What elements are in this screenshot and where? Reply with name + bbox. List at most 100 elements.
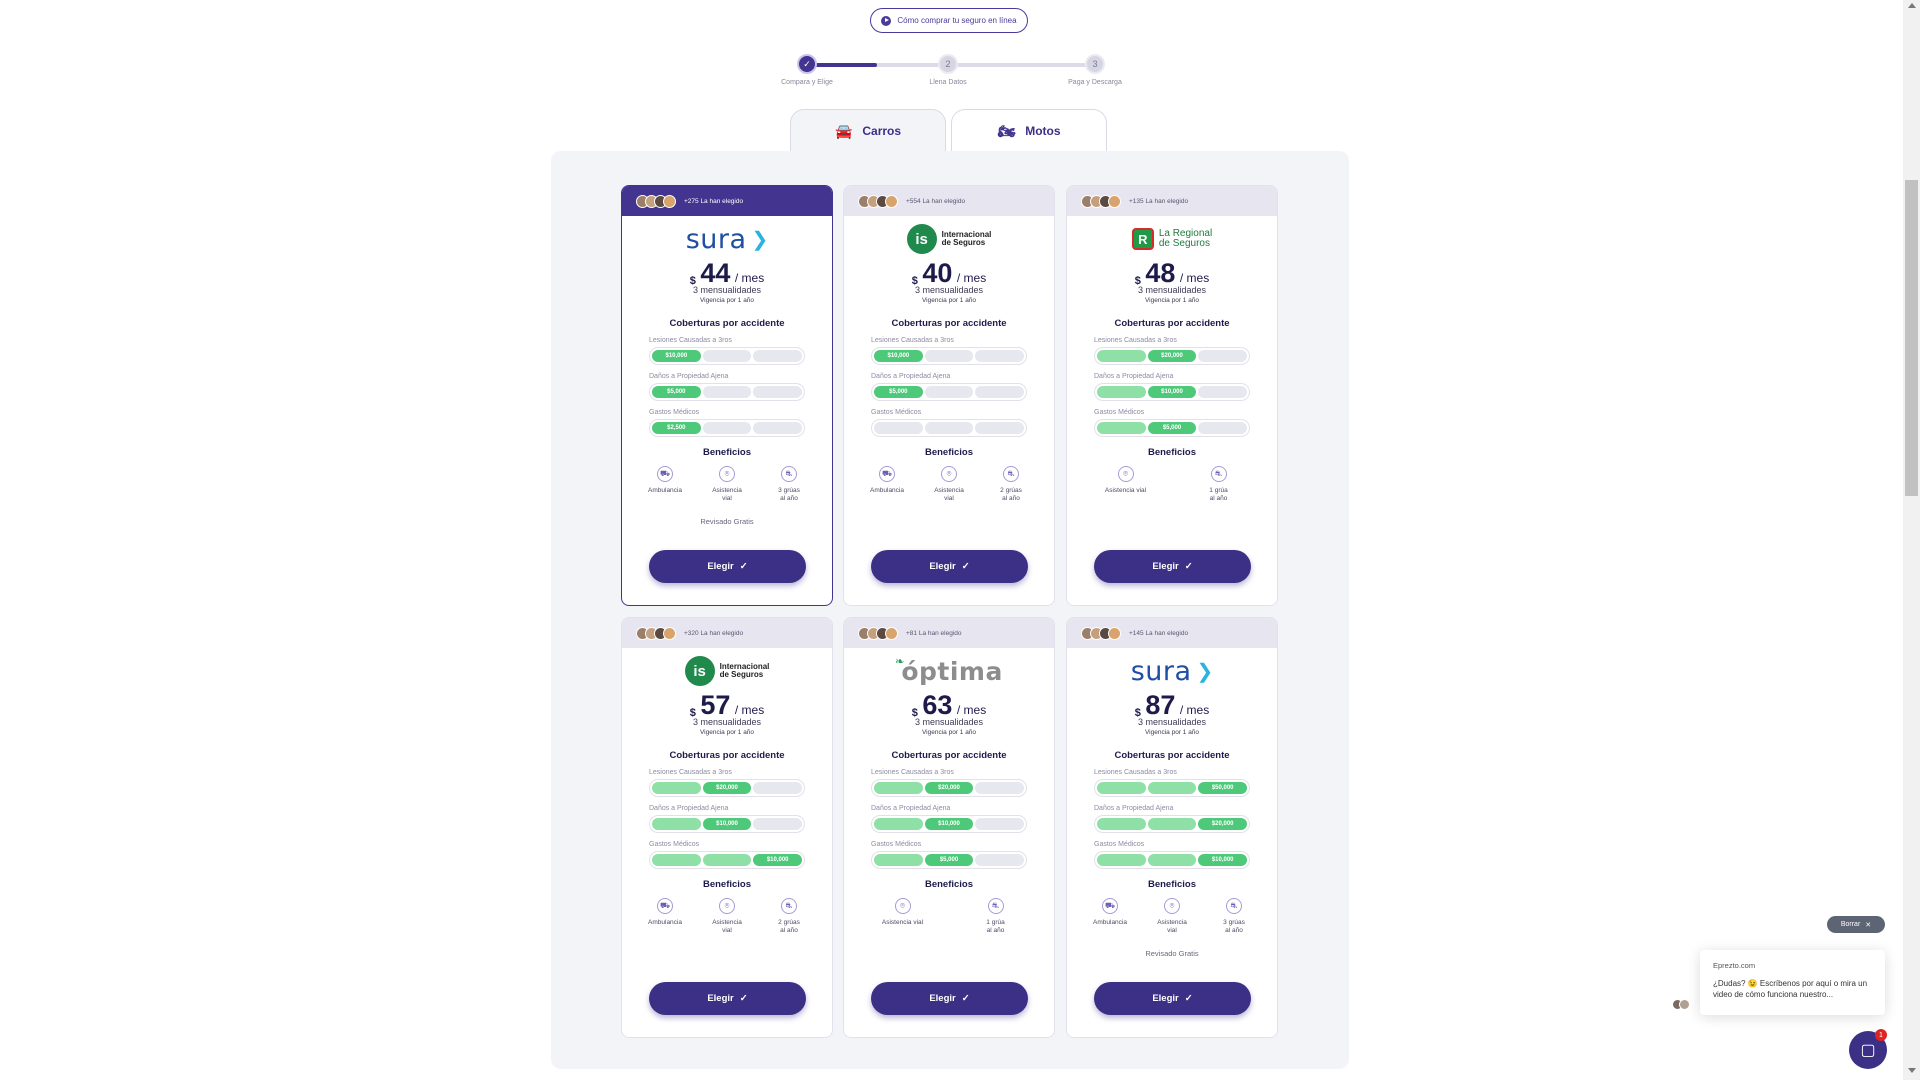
coverage-segment: $10,000 [874,350,923,362]
optima-logo: óptima [901,656,1003,686]
validity-text: Vigencia por 1 año [1144,729,1200,736]
coverage-label: Gastos Médicos [1094,409,1145,416]
benefit-label: Ambulancia [648,487,682,494]
coverage-segment: $20,000 [1198,818,1248,830]
coverage-segment [1097,386,1146,398]
coverage-title: Coberturas por accidente [891,318,1007,329]
chat-dismiss-label: Borrar [1840,921,1861,928]
chat-preview[interactable]: Eprezto.com ¿Dudas? 😉 Escríbenos por aqu… [1700,950,1885,1015]
chat-agent-avatars [1672,999,1690,1010]
coverage-segment [975,818,1025,830]
quote-card[interactable]: +275 La han elegido sura ❯ $ 44 / mes 3 m… [621,185,833,606]
coverage-label: Lesiones Causadas a 3ros [1094,337,1177,344]
chosen-count-banner: +81 La han elegido [844,618,1054,648]
scroll-up-arrow-icon[interactable] [1908,3,1916,8]
benefit-item: ⌾ Asistencia vial [1147,898,1197,935]
coverage-segment [1097,350,1146,362]
coverage-segment: $5,000 [924,854,974,866]
coverage-segment [1147,782,1197,794]
benefit-label: 2 grúas al año [778,919,800,935]
scroll-down-arrow-icon[interactable] [1908,1068,1916,1073]
benefit-label: Ambulancia [1093,919,1127,926]
tow-truck-icon: ⛐ [1226,898,1242,914]
coverage-label: Daños a Propiedad Ajena [1094,373,1174,380]
location-pin-icon: ⌾ [719,466,735,482]
insurer-logo: sura ❯ [622,222,832,256]
chosen-count-banner: +320 La han elegido [622,618,832,648]
benefits-list: ⛟ Ambulancia ⌾ Asistencia vial ⛐ 2 grúas a… [844,458,1054,503]
scrollbar-thumb[interactable] [1905,180,1918,496]
tow-truck-icon: ⛐ [1210,466,1227,482]
tab-motos[interactable]: 🏍 Motos [951,109,1107,152]
coverage-segment: $5,000 [1147,422,1197,434]
chosen-count-banner: +275 La han elegido [622,186,832,216]
step-1: ✓ Compara y Elige [767,54,847,86]
coverage-row: Lesiones Causadas a 3ros $10,000 [871,337,1054,365]
step-3-number: 3 [1085,54,1105,74]
customer-avatars [1081,194,1121,208]
progress-stepper: ✓ Compara y Elige 2 Llena Datos 3 Paga y… [770,52,1150,92]
coverage-segment [652,782,701,794]
insurer-name: Internacional de Seguros [941,229,992,247]
coverage-segment [702,350,752,362]
page-scrollbar[interactable] [1903,0,1920,1080]
choose-button[interactable]: Elegir ✓ [1094,550,1251,583]
coverage-bar: $10,000 [1094,851,1250,869]
installments-text: 3 mensualidades [914,285,984,295]
coverage-segment [1097,818,1146,830]
choose-button[interactable]: Elegir ✓ [871,982,1028,1015]
tab-carros[interactable]: 🚘 Carros [790,109,946,152]
choose-label: Elegir [929,993,956,1004]
quote-card[interactable]: +554 La han elegido is Internacional de Se… [843,185,1055,606]
choose-label: Elegir [707,561,734,572]
coverage-bar: $10,000 [649,347,805,365]
regional-logo-icon: R [1131,228,1154,250]
benefit-label: 3 grúas al año [1223,919,1245,935]
step-2-label: Llena Datos [929,79,967,86]
benefit-item: ⌾ Asistencia vial [1101,466,1151,503]
choose-button[interactable]: Elegir ✓ [871,550,1028,583]
location-pin-icon: ⌾ [941,466,957,482]
quote-card[interactable]: +320 La han elegido is Internacional de Se… [621,617,833,1038]
choose-button[interactable]: Elegir ✓ [649,550,806,583]
chat-dismiss-button[interactable]: Borrar ✕ [1827,916,1885,933]
coverage-segment [753,818,803,830]
installments-text: 3 mensualidades [1137,285,1207,295]
chat-message: ¿Dudas? 😉 Escríbenos por aquí o mira un … [1713,979,1868,1000]
choose-button[interactable]: Elegir ✓ [1094,982,1251,1015]
tow-truck-icon: ⛐ [1003,466,1019,482]
validity-text: Vigencia por 1 año [699,729,755,736]
coverage-row: Lesiones Causadas a 3ros $20,000 [649,769,832,797]
coverage-segment [1147,818,1197,830]
ambulance-icon: ⛟ [657,898,673,914]
how-to-buy-label: Cómo comprar tu seguro en línea [897,16,1017,25]
quote-card[interactable]: +81 La han elegido ❧ óptima $ 63 / mes 3 … [843,617,1055,1038]
benefit-item: ⌾ Asistencia vial [702,898,752,935]
quote-card[interactable]: +145 La han elegido sura ❯ $ 87 / mes 3 m… [1066,617,1278,1038]
quote-card[interactable]: +135 La han elegido R La Regional de Segur… [1066,185,1278,606]
coverage-segment [702,422,752,434]
coverage-row: Lesiones Causadas a 3ros $10,000 [649,337,832,365]
coverage-segment: $20,000 [702,782,752,794]
choose-label: Elegir [929,561,956,572]
coverage-label: Lesiones Causadas a 3ros [871,769,954,776]
benefits-title: Beneficios [702,447,752,458]
coverage-segment [975,350,1025,362]
coverage-segment [702,854,752,866]
insurer-logo: is Internacional de Seguros [622,654,832,688]
coverage-bar: $20,000 [1094,347,1250,365]
chosen-count-banner: +135 La han elegido [1067,186,1277,216]
coverage-label: Lesiones Causadas a 3ros [649,769,732,776]
location-pin-icon: ⌾ [1164,898,1180,914]
benefit-label: Asistencia vial [1104,487,1147,494]
coverage-segment: $10,000 [753,854,803,866]
check-icon: ✓ [739,993,748,1004]
coverage-segment [652,854,701,866]
coverage-segment [874,782,923,794]
chosen-count: +145 La han elegido [1129,629,1189,637]
coverage-label: Lesiones Causadas a 3ros [1094,769,1177,776]
coverage-segment [874,854,923,866]
how-to-buy-button[interactable]: Cómo comprar tu seguro en línea [870,8,1028,33]
choose-button[interactable]: Elegir ✓ [649,982,806,1015]
step-1-label: Compara y Elige [781,79,833,86]
